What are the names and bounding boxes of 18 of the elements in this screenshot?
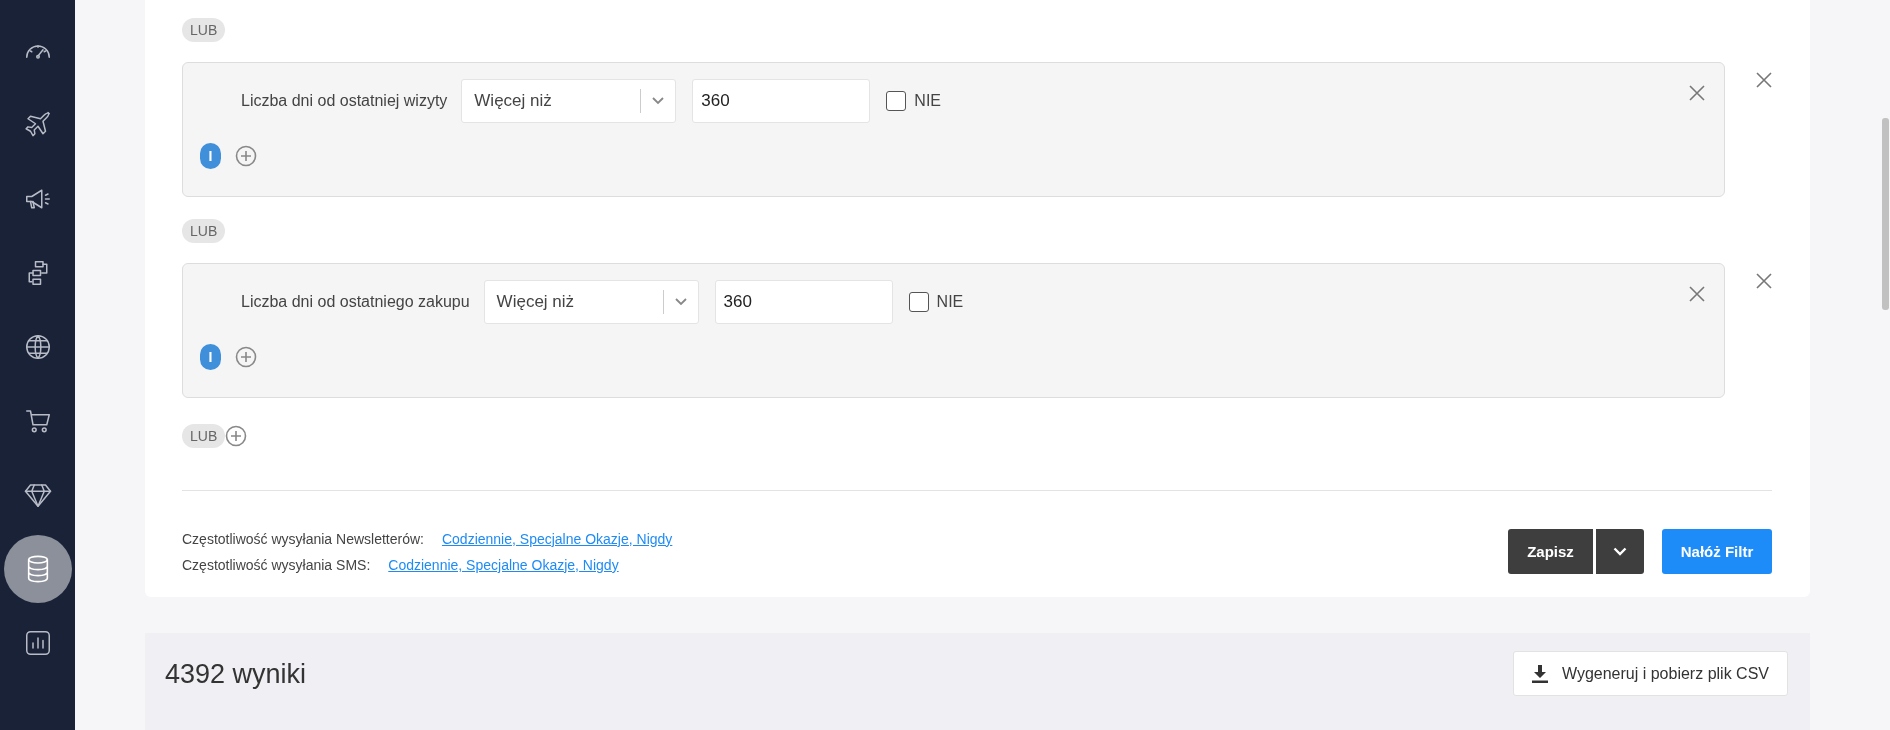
operator-dropdown[interactable]: Więcej niż xyxy=(461,79,677,123)
checkbox-label: NIE xyxy=(936,293,964,311)
operator-dropdown[interactable]: Więcej niż xyxy=(483,280,699,324)
value-input[interactable]: 360 xyxy=(714,280,893,324)
value-input[interactable]: 360 xyxy=(692,79,871,123)
frequency-link[interactable]: Codziennie, Specjalne Okazje, Nigdy xyxy=(441,530,673,547)
frequency-label: Częstotliwość wysyłania SMS: xyxy=(182,556,371,573)
condition-label: Liczba dni od ostatniej wizyty xyxy=(241,92,448,110)
or-badge[interactable]: LUB xyxy=(182,424,226,448)
checkbox-label: NIE xyxy=(914,92,941,110)
frequency-link[interactable]: Codziennie, Specjalne Okazje, Nigdy xyxy=(388,556,619,573)
csv-download-button[interactable]: Wygeneruj i pobierz plik CSV xyxy=(1512,651,1788,696)
frequency-label: Częstotliwość wysyłania Newsletterów: xyxy=(182,530,424,547)
or-badge: LUB xyxy=(182,18,226,42)
condition-label: Liczba dni od ostatniego zakupu xyxy=(241,293,470,311)
save-button[interactable]: Zapisz xyxy=(1508,529,1593,574)
or-badge: LUB xyxy=(182,219,226,243)
results-count: 4392 wyniki xyxy=(165,659,307,690)
